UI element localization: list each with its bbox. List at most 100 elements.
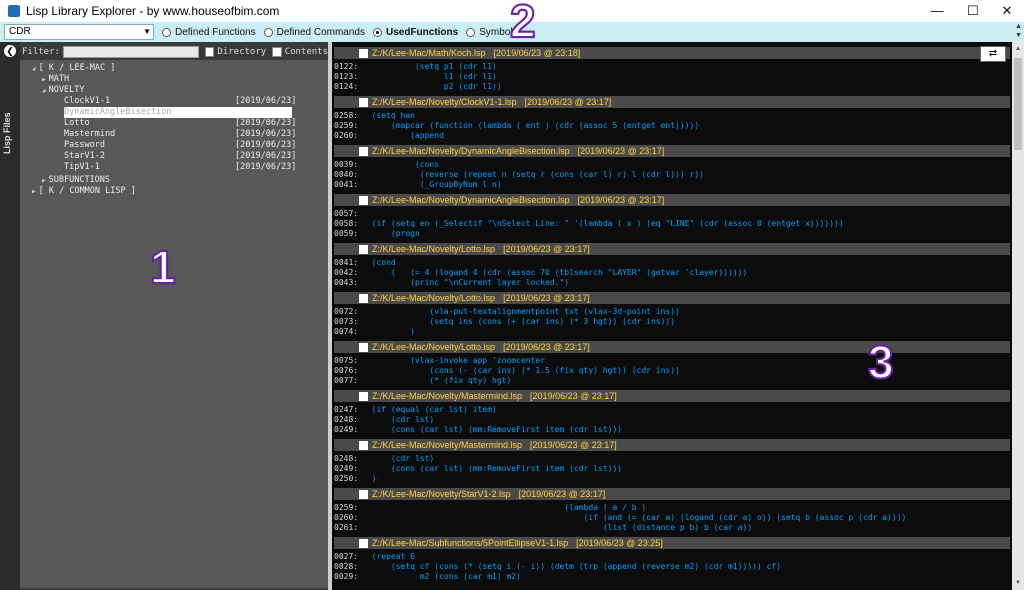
result-header[interactable]: Z:/K/Lee-Mac/Subfunctions/5PointEllipseV… <box>334 537 1010 549</box>
tree-node[interactable]: Password <box>64 140 105 151</box>
result-header[interactable]: Z:/K/Lee-Mac/Novelty/Lotto.lsp [2019/06/2… <box>334 341 1010 353</box>
close-button[interactable]: ✕ <box>990 0 1024 22</box>
tree-node[interactable]: TipV1-1 <box>64 162 100 173</box>
result-checkbox[interactable] <box>359 489 368 499</box>
result-checkbox[interactable] <box>359 391 368 401</box>
result-checkbox[interactable] <box>359 538 368 548</box>
code-line: 0039: (cons <box>334 160 1010 170</box>
code-line: 0076: (cons (- (car ins) (* 1.5 (fix qty… <box>334 366 1010 376</box>
scroll-thumb[interactable] <box>1014 58 1022 150</box>
tree-node[interactable]: Mastermind <box>64 129 115 140</box>
line-number: 0028: <box>334 562 359 571</box>
radio-2[interactable]: UsedFunctions <box>372 27 458 38</box>
line-number: 0073: <box>334 317 359 326</box>
toggle-view-button[interactable]: ⇄ <box>980 46 1006 62</box>
tree-node-date: [2019/06/23] <box>235 96 297 106</box>
result-checkbox[interactable] <box>359 97 368 107</box>
code-text: (princ "\nCurrent layer locked.") <box>362 278 570 287</box>
result-header[interactable]: Z:/K/Lee-Mac/Novelty/Mastermind.lsp [2019… <box>334 439 1010 451</box>
code-text: (vlax-invoke app 'zoomcenter <box>362 356 546 365</box>
tree-node[interactable]: Lotto <box>64 118 90 129</box>
search-combo[interactable]: CDR ▼ <box>4 24 154 40</box>
result-checkbox[interactable] <box>359 342 368 352</box>
result-file-path: Z:/K/Lee-Mac/Novelty/DynamicAngleBisecti… <box>372 146 570 156</box>
expand-arrow-icon[interactable]: ▶ <box>32 188 36 195</box>
code-text: (reverse (repeat n (setq r (cons (car l)… <box>362 170 704 179</box>
result-checkbox[interactable] <box>359 244 368 254</box>
result-checkbox[interactable] <box>359 293 368 303</box>
tree-node[interactable]: ▶ SUBFUNCTIONS <box>42 175 110 186</box>
result-checkbox[interactable] <box>359 440 368 450</box>
expand-arrow-icon[interactable]: ▶ <box>42 177 46 184</box>
tree-node[interactable]: StarV1-2 <box>64 151 105 162</box>
radio-dot[interactable] <box>466 27 476 37</box>
code-text: (setq ins (cons (+ (car ins) (* 3 hgt)) … <box>362 317 676 326</box>
tree-node[interactable]: DynamicAngleBisection <box>64 107 171 118</box>
radio-dot[interactable] <box>263 27 273 37</box>
result-header[interactable]: Z:/K/Lee-Mac/Novelty/StarV1-2.lsp [2019/0… <box>334 488 1010 500</box>
collapse-arrow-icon[interactable]: ◢ <box>42 87 46 94</box>
result-checkbox[interactable] <box>359 146 368 156</box>
tree-node-label: ClockV1-1 <box>64 96 111 106</box>
code-text: (* (fix qty) hgt) <box>362 376 512 385</box>
tree-node[interactable]: ◢ NOVELTY <box>42 85 84 96</box>
result-file-path: Z:/K/Lee-Mac/Math/Koch.lsp <box>372 48 486 58</box>
tree-node[interactable]: ◢[ K / LEE-MAC ] <box>32 63 115 74</box>
code-text: (setq cf (cons (* (setq i (- i)) (detm (… <box>362 562 782 571</box>
directory-checkbox[interactable] <box>204 47 215 57</box>
lisp-files-sidetab: ❮ Lisp Files <box>0 42 20 590</box>
maximize-button[interactable]: ☐ <box>956 0 990 22</box>
expand-arrow-icon[interactable]: ▶ <box>42 76 46 83</box>
collapse-arrow-icon[interactable]: ◢ <box>32 65 36 72</box>
tree-node-label: MATH <box>48 74 70 84</box>
tree-node[interactable]: ▶ MATH <box>42 74 69 85</box>
result-header[interactable]: Z:/K/Lee-Mac/Novelty/DynamicAngleBisecti… <box>334 194 1010 206</box>
scroll-up-icon[interactable]: ▲ <box>1012 44 1024 54</box>
code-text: (cdr lst) <box>362 454 435 463</box>
tree-node[interactable]: ▶[ K / COMMON LISP ] <box>32 186 136 197</box>
toolbar-scroll[interactable]: ▲ ▼ <box>1015 22 1022 40</box>
result-header[interactable]: Z:/K/Lee-Mac/Novelty/Lotto.lsp [2019/06/2… <box>334 243 1010 255</box>
chevron-down-icon[interactable]: ▼ <box>143 25 151 39</box>
minimize-button[interactable]: — <box>920 0 954 22</box>
result-date: [2019/06/23 @ 23:17] <box>524 97 612 107</box>
line-number: 0074: <box>334 327 359 336</box>
code-text: ) <box>362 327 415 336</box>
line-number: 0249: <box>334 425 359 434</box>
line-number: 0072: <box>334 307 359 316</box>
radio-0[interactable]: Defined Functions <box>162 27 256 38</box>
radio-label: Defined Functions <box>175 26 256 38</box>
line-number: 0259: <box>334 121 359 130</box>
result-checkbox[interactable] <box>359 48 368 58</box>
code-line: 0249: (cons (car lst) (mm:RemoveFirst it… <box>334 425 1010 435</box>
result-header[interactable]: Z:/K/Lee-Mac/Novelty/Lotto.lsp [2019/06/2… <box>334 292 1010 304</box>
filter-input[interactable] <box>62 46 199 58</box>
result-date: [2019/06/23 @ 23:17] <box>530 391 617 401</box>
search-combo-value: CDR <box>9 26 31 37</box>
result-checkbox[interactable] <box>359 195 368 205</box>
code-line: 0058: (if (setq en (_Selectif "\nSelect … <box>334 219 1010 229</box>
result-header[interactable]: Z:/K/Lee-Mac/Novelty/ClockV1-1.lsp [2019/… <box>334 96 1010 108</box>
callout-2: 2 <box>509 0 537 48</box>
radio-dot[interactable] <box>162 27 171 37</box>
results-scrollbar[interactable]: ▲ ▼ <box>1012 42 1024 590</box>
code-line: 0059: (progn <box>334 229 1010 239</box>
lisp-files-tab[interactable]: Lisp Files <box>2 94 12 154</box>
result-header[interactable]: Z:/K/Lee-Mac/Math/Koch.lsp [2019/06/23 @ … <box>334 47 1010 59</box>
result-header[interactable]: Z:/K/Lee-Mac/Novelty/Mastermind.lsp [2019… <box>334 390 1010 402</box>
scroll-down-icon[interactable]: ▼ <box>1012 578 1024 588</box>
result-file-path: Z:/K/Lee-Mac/Novelty/DynamicAngleBisecti… <box>372 195 570 205</box>
code-line: 0028: (setq cf (cons (* (setq i (- i)) (… <box>334 562 1010 572</box>
tree-node[interactable]: ClockV1-1 <box>64 96 110 107</box>
radio-1[interactable]: Defined Commands <box>263 27 365 38</box>
filter-label: Filter: <box>22 47 60 57</box>
code-line: 0123: l1 (cdr l1) <box>334 72 1010 82</box>
code-text: (cond <box>362 258 396 267</box>
tree-node-label: Mastermind <box>64 129 116 139</box>
code-text: (cons (car lst) (mm:RemoveFirst item (cd… <box>362 425 623 434</box>
radio-dot[interactable] <box>372 27 382 37</box>
contents-checkbox[interactable] <box>272 47 282 57</box>
result-header[interactable]: Z:/K/Lee-Mac/Novelty/DynamicAngleBisecti… <box>334 145 1010 157</box>
collapse-icon[interactable]: ❮ <box>4 45 16 57</box>
code-line: 0124: p2 (cdr l1)) <box>334 82 1010 92</box>
